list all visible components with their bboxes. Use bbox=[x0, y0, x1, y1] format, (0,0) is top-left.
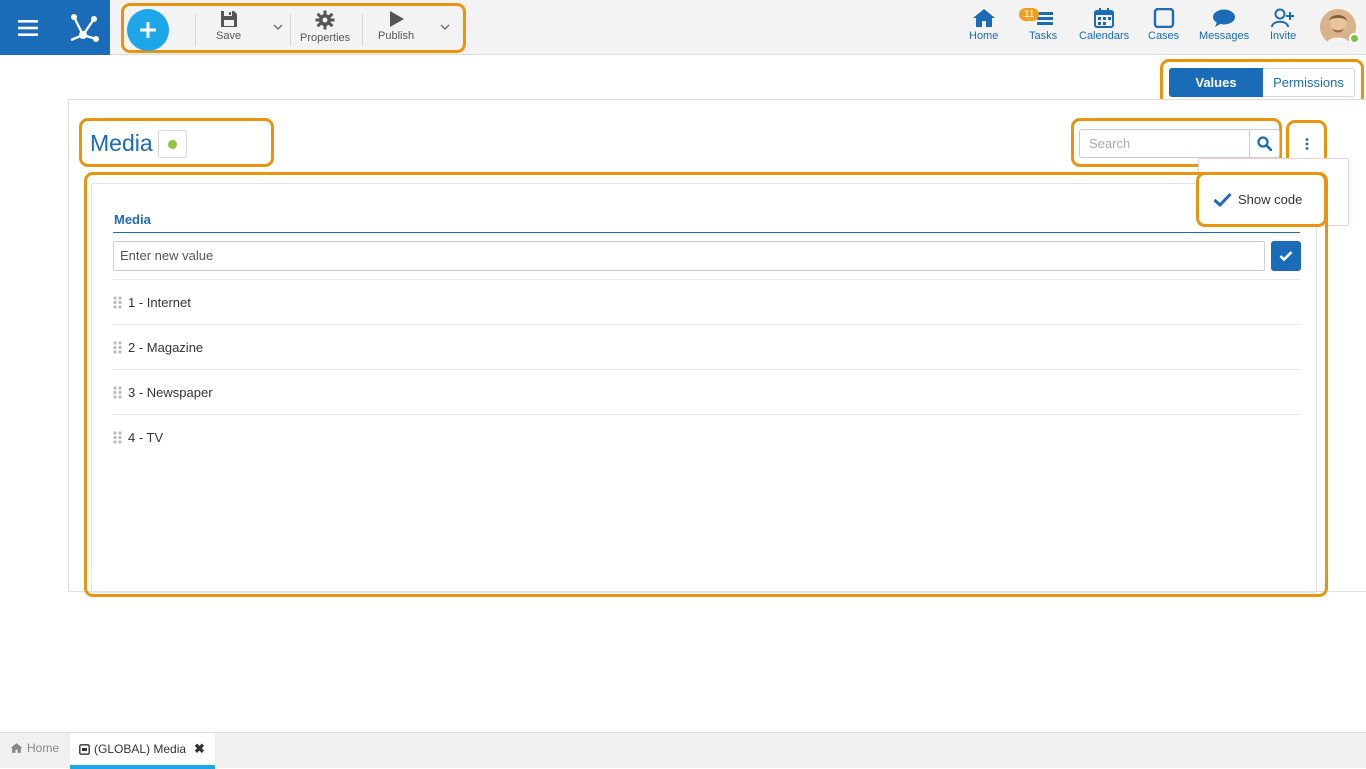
search-icon bbox=[1257, 136, 1272, 151]
nav-cases[interactable]: Cases bbox=[1148, 8, 1179, 42]
gear-icon bbox=[315, 10, 335, 30]
home-icon bbox=[972, 9, 995, 27]
search-button[interactable] bbox=[1249, 129, 1280, 158]
drag-handle-icon[interactable] bbox=[113, 295, 128, 309]
check-icon bbox=[1279, 251, 1293, 262]
page-header: Media bbox=[79, 118, 274, 167]
values-list-container: Media 1 - Internet 2 - Magazine 3 - News… bbox=[84, 172, 1328, 597]
properties-button[interactable]: Properties bbox=[300, 10, 350, 44]
new-value-input[interactable] bbox=[113, 241, 1265, 271]
plus-icon bbox=[140, 22, 156, 38]
taskbar-tab-label: (GLOBAL) Media bbox=[94, 742, 187, 756]
nav-messages-label: Messages bbox=[1199, 30, 1250, 42]
status-badge[interactable] bbox=[158, 130, 187, 158]
confirm-new-value-button[interactable] bbox=[1271, 241, 1301, 271]
cases-icon bbox=[1153, 8, 1174, 28]
toolbar-divider bbox=[290, 14, 291, 46]
nav-calendars-label: Calendars bbox=[1079, 30, 1130, 42]
drag-handle-icon[interactable] bbox=[113, 430, 128, 444]
list-item-label: 3 - Newspaper bbox=[128, 384, 213, 400]
toolbar-divider bbox=[195, 14, 196, 46]
document-icon bbox=[79, 743, 90, 755]
tab-values[interactable]: Values bbox=[1169, 68, 1263, 97]
drag-handle-icon[interactable] bbox=[113, 385, 128, 399]
publish-button[interactable]: Publish bbox=[378, 10, 414, 42]
save-label: Save bbox=[216, 30, 242, 42]
list-item[interactable]: 1 - Internet bbox=[113, 279, 1300, 324]
logo-icon bbox=[70, 13, 99, 42]
close-icon[interactable]: ✖ bbox=[194, 741, 205, 757]
search-input[interactable] bbox=[1079, 129, 1249, 158]
add-user-icon bbox=[1271, 8, 1295, 28]
chat-bubble-icon bbox=[1213, 9, 1236, 27]
taskbar-home[interactable]: Home bbox=[10, 741, 59, 755]
chevron-down-icon bbox=[273, 24, 283, 30]
nav-invite-label: Invite bbox=[1270, 30, 1297, 42]
hamburger-icon bbox=[17, 19, 38, 36]
tasks-count-badge: 11 bbox=[1019, 8, 1040, 21]
list-item[interactable]: 3 - Newspaper bbox=[113, 369, 1300, 414]
hamburger-menu-button[interactable] bbox=[0, 0, 55, 55]
save-dropdown-button[interactable] bbox=[273, 22, 283, 33]
show-code-option[interactable]: Show code bbox=[1196, 172, 1327, 227]
status-dot-icon bbox=[168, 139, 177, 149]
top-bar: Save Properties Publish Home Tasks 11 Ca… bbox=[0, 0, 1366, 55]
list-item-label: 4 - TV bbox=[128, 429, 164, 445]
properties-label: Properties bbox=[300, 32, 351, 44]
nav-home-label: Home bbox=[969, 30, 999, 42]
list-item-label: 1 - Internet bbox=[128, 294, 191, 310]
header-divider bbox=[113, 232, 1300, 233]
nav-home[interactable]: Home bbox=[969, 8, 998, 42]
play-icon bbox=[390, 11, 405, 27]
list-item[interactable]: 4 - TV bbox=[113, 414, 1300, 459]
values-list-panel: Media 1 - Internet 2 - Magazine 3 - News… bbox=[91, 183, 1317, 593]
save-button[interactable]: Save bbox=[216, 10, 241, 42]
check-icon bbox=[1213, 192, 1232, 207]
list-item[interactable]: 2 - Magazine bbox=[113, 324, 1300, 369]
nav-cases-label: Cases bbox=[1148, 30, 1180, 42]
nav-messages[interactable]: Messages bbox=[1199, 8, 1249, 42]
chevron-down-icon bbox=[440, 24, 450, 30]
drag-handle-icon[interactable] bbox=[113, 340, 128, 354]
calendar-icon bbox=[1094, 8, 1115, 28]
page-title: Media bbox=[90, 130, 153, 156]
nav-tasks-label: Tasks bbox=[1029, 30, 1058, 42]
taskbar-tab-media[interactable]: (GLOBAL) Media ✖ bbox=[70, 733, 215, 769]
nav-invite[interactable]: Invite bbox=[1270, 8, 1296, 42]
home-icon bbox=[10, 743, 23, 753]
publish-label: Publish bbox=[378, 30, 415, 42]
toolbar: Save Properties Publish bbox=[121, 3, 466, 53]
show-code-label: Show code bbox=[1238, 192, 1303, 207]
list-item-label: 2 - Magazine bbox=[128, 339, 204, 355]
list-header: Media bbox=[114, 212, 151, 227]
save-icon bbox=[220, 11, 237, 27]
nav-calendars[interactable]: Calendars bbox=[1079, 8, 1129, 42]
bottom-taskbar: Home (GLOBAL) Media ✖ bbox=[0, 732, 1366, 769]
tab-permissions[interactable]: Permissions bbox=[1262, 68, 1355, 97]
app-logo[interactable] bbox=[55, 0, 110, 55]
add-button[interactable] bbox=[127, 9, 169, 51]
taskbar-home-label: Home bbox=[27, 741, 60, 755]
toolbar-divider bbox=[362, 14, 363, 46]
publish-dropdown-button[interactable] bbox=[440, 22, 450, 33]
kebab-menu-icon bbox=[1305, 137, 1308, 150]
online-status-indicator bbox=[1349, 33, 1360, 44]
